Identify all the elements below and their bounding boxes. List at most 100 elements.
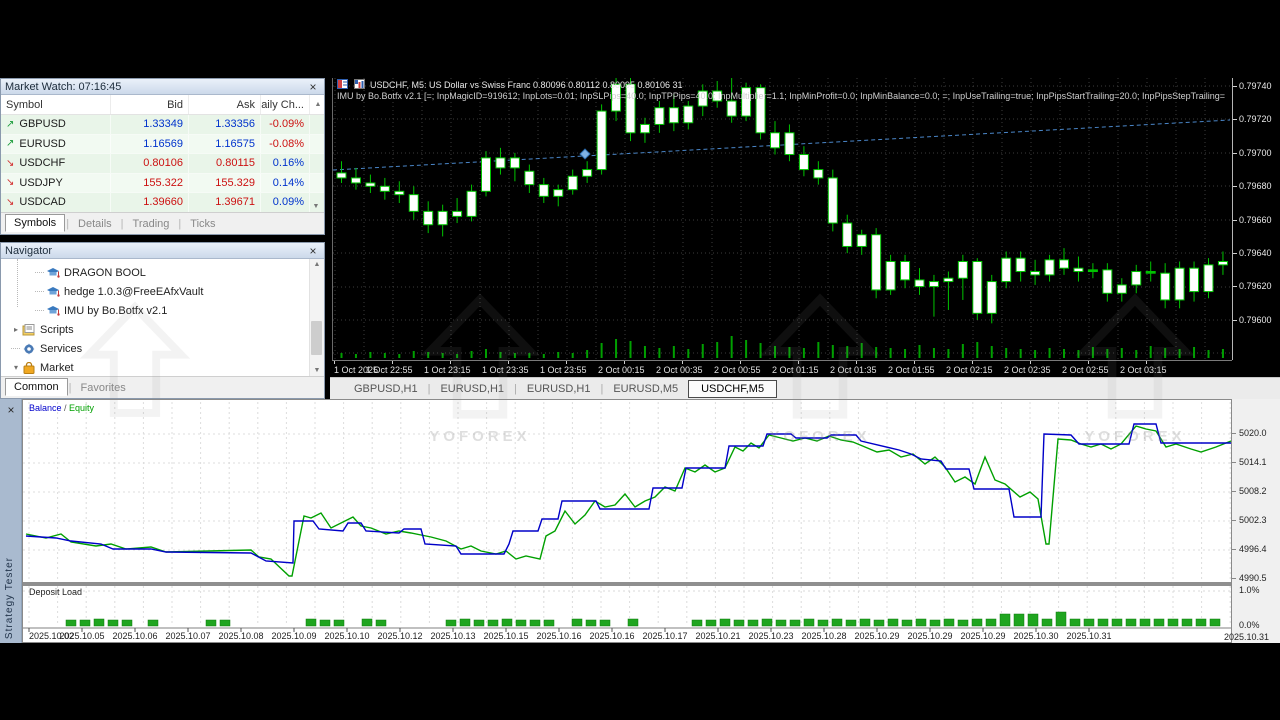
time-axis-label: 2 Oct 03:15 [1120,365,1167,375]
bid-value: 1.16569 [111,134,189,153]
navigator-item-services[interactable]: Services [1,339,301,358]
percent-axis-label: 0.0% [1239,620,1260,630]
value-axis-tick [1232,433,1236,434]
svg-text:2025.10.29: 2025.10.29 [907,631,952,641]
change-value: 0.16% [261,154,310,173]
ea-parameters-line: IMU by Bo.Botfx v2.1 [=; InpMagicID=9196… [337,91,1226,101]
tab-common[interactable]: Common [5,377,68,396]
price-axis-label: 0.79720 [1239,114,1272,125]
time-axis-tick [972,361,973,364]
close-icon[interactable]: × [306,80,320,94]
time-axis-tick [1088,361,1089,364]
symbol-row-usdcad[interactable]: ↘ USDCAD 1.39660 1.39671 0.09% [1,193,324,212]
navigator-item-imu-by-bo-botfx-v2-1[interactable]: IMU by Bo.Botfx v2.1 [1,301,301,320]
strategy-tester-panel[interactable]: 2025.10.02 2025.10.05 2025.10.06 2025.10.07… [22,399,1232,643]
chart-tab-gbpusd-h1[interactable]: GBPUSD,H1 [344,381,428,397]
time-axis-tick [682,361,683,364]
market-watch-panel: Market Watch: 07:16:45 × SymbolBidAskDai… [0,78,325,235]
time-axis-label: 2 Oct 01:15 [772,365,819,375]
market-watch-title: Market Watch: 07:16:45 [5,80,122,93]
strategy-tester-label: Strategy Tester [4,556,15,639]
price-axis-tick [1233,319,1237,321]
tab-ticks[interactable]: Ticks [182,216,223,232]
chevron-right-icon[interactable]: ▸ [11,325,21,334]
scroll-down-icon[interactable]: ▼ [308,203,324,210]
navigator-item-market[interactable]: ▾ Market [1,358,301,376]
metatrader-window: Market Watch: 07:16:45 × SymbolBidAskDai… [0,0,1280,720]
symbol-name: USDJPY [19,176,63,189]
navigator-item-scripts[interactable]: ▸ Scripts [1,320,301,339]
scrollbar-thumb[interactable] [311,321,322,355]
close-icon[interactable]: × [4,403,18,417]
price-axis-tick [1233,186,1237,188]
tab-favorites[interactable]: Favorites [72,380,133,396]
chart-tab-eurusd-h1[interactable]: EURUSD,H1 [517,381,601,397]
price-axis-label: 0.79700 [1239,147,1272,158]
value-axis-tick [1232,491,1236,492]
tester-value-axis: 5020.0 5014.1 5008.2 5002.3 4996.4 4990.5 1.0%… [1224,399,1280,643]
tab-trading[interactable]: Trading [125,216,178,232]
svg-text:2025.10.06: 2025.10.06 [112,631,157,641]
close-icon[interactable]: × [306,244,320,258]
navigator-title: Navigator [5,244,53,257]
time-axis-label: 2 Oct 02:55 [1062,365,1109,375]
chart-type-icon [353,79,365,89]
strategy-tester-sidebar[interactable]: × Strategy Tester [0,399,22,643]
scroll-up-icon[interactable]: ▲ [310,101,326,108]
market-watch-tabstrip: Symbols | Details | Trading | Ticks [1,212,324,234]
time-axis-tick [566,361,567,364]
value-axis-label: 5014.1 [1239,457,1267,467]
symbol-row-usdchf[interactable]: ↘ USDCHF 0.80106 0.80115 0.16% [1,154,324,174]
navigator-titlebar[interactable]: Navigator × [1,243,324,259]
symbol-row-gbpusd[interactable]: ↗ GBPUSD 1.33349 1.33356 -0.09% [1,115,324,135]
column-header-ask[interactable]: Ask [189,95,261,114]
expert-advisor-icon [46,305,60,317]
market-watch-titlebar[interactable]: Market Watch: 07:16:45 × [1,79,324,95]
navigator-item-label: Market [40,361,74,374]
scroll-up-icon[interactable]: ▲ [314,261,321,268]
tab-symbols[interactable]: Symbols [5,213,66,232]
time-axis-label: 1 Oct 22:55 [366,365,413,375]
svg-text:2025.10.31: 2025.10.31 [1066,631,1111,641]
column-header-daily-ch-[interactable]: Daily Ch... [261,95,310,114]
chart-tab-eurusd-m5[interactable]: EURUSD,M5 [603,381,688,397]
chart-time-axis[interactable]: 1 Oct 2025 1 Oct 22:55 1 Oct 23:15 1 Oct 23… [332,360,1232,377]
tab-details[interactable]: Details [70,216,120,232]
navigator-item-hedge-1-0-3-freeeafxvault[interactable]: hedge 1.0.3@FreeEAfxVault [1,282,301,301]
time-axis-tick [392,361,393,364]
price-axis-tick [1233,286,1237,288]
navigator-item-label: IMU by Bo.Botfx v2.1 [64,304,168,317]
navigator-item-dragon-bool[interactable]: DRAGON BOOL [1,263,301,282]
time-axis-label: 1 Oct 23:55 [540,365,587,375]
bid-value: 155.322 [111,173,189,192]
ask-value: 1.39671 [189,193,261,212]
svg-text:2025.10.05: 2025.10.05 [59,631,104,641]
symbol-row-usdjpy[interactable]: ↘ USDJPY 155.322 155.329 0.14% [1,173,324,193]
symbol-row-eurusd[interactable]: ↗ EURUSD 1.16569 1.16575 -0.08% [1,134,324,154]
time-axis-label: 2 Oct 02:35 [1004,365,1051,375]
price-chart-canvas[interactable]: USDCHF, M5: US Dollar vs Swiss Franc 0.8… [332,78,1233,360]
chart-tab-usdchf-m5[interactable]: USDCHF,M5 [688,379,778,398]
scroll-down-icon[interactable]: ▼ [314,367,321,374]
change-value: -0.08% [261,134,310,153]
chart-tab-eurusd-h1[interactable]: EURUSD,H1 [430,381,514,397]
svg-text:2025.10.07: 2025.10.07 [165,631,210,641]
time-axis-label: 2 Oct 01:35 [830,365,877,375]
time-axis-tick [914,361,915,364]
value-axis-tick [1232,520,1236,521]
navigator-tabstrip: Common | Favorites [1,376,324,398]
change-value: 0.14% [261,173,310,192]
chevron-down-icon[interactable]: ▾ [11,363,21,372]
chart-price-axis[interactable]: 0.79740 0.79720 0.79700 0.79680 0.79660 0.796… [1232,78,1280,360]
time-axis-tick [334,361,335,364]
column-header-bid[interactable]: Bid [111,95,189,114]
svg-text:2025.10.08: 2025.10.08 [218,631,263,641]
price-axis-tick [1233,253,1237,254]
value-axis-label: 4990.5 [1239,573,1267,583]
price-axis-label: 0.79600 [1239,314,1272,325]
column-header-symbol[interactable]: Symbol [1,95,111,114]
navigator-tree: DRAGON BOOL hedge 1.0.3@FreeEAfxVault IMU … [1,259,324,376]
navigator-scrollbar[interactable]: ▲ ▼ [309,259,324,376]
time-axis-label: 1 Oct 23:15 [424,365,471,375]
scripts-folder-icon [22,323,36,336]
